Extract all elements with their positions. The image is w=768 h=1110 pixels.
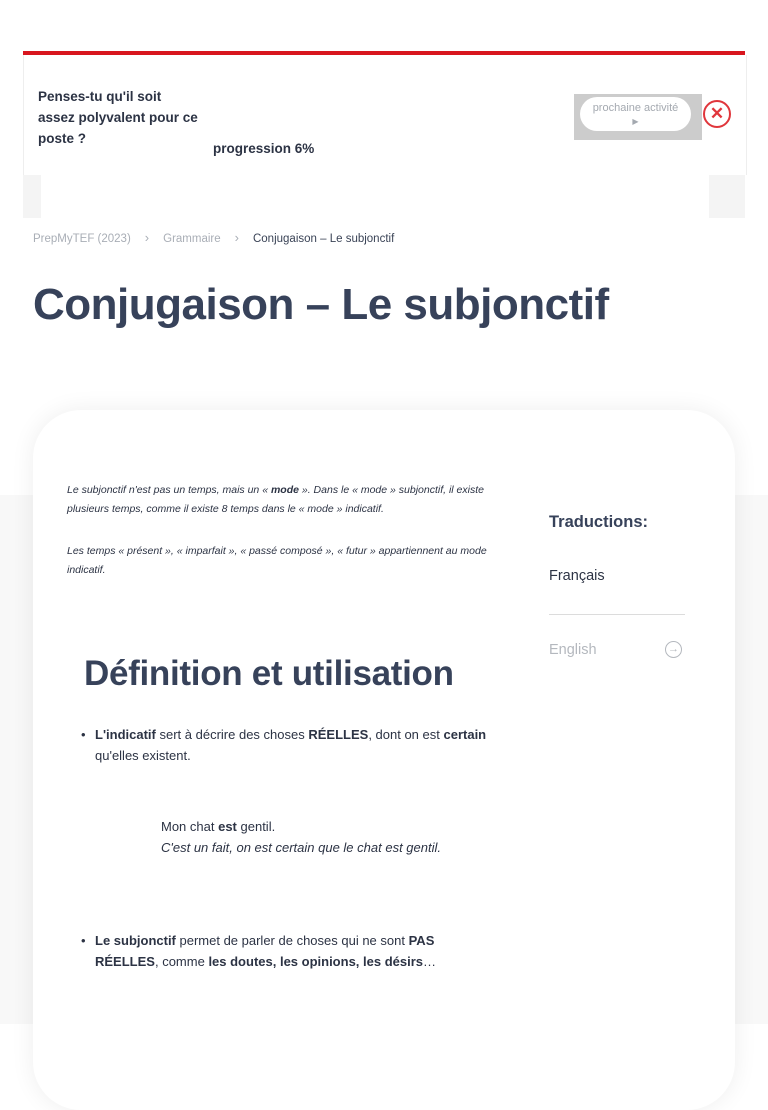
activity-panel: Penses-tu qu'il soit assez polyvalent po… bbox=[23, 55, 747, 175]
section-title: Définition et utilisation bbox=[84, 654, 454, 693]
intro-paragraph-1: Le subjonctif n'est pas un temps, mais u… bbox=[67, 484, 484, 515]
example-sentence: Mon chat est gentil. bbox=[161, 819, 276, 834]
translation-english-link[interactable]: English bbox=[549, 642, 597, 658]
arrow-circle-icon[interactable]: → bbox=[665, 641, 682, 658]
page-title: Conjugaison – Le subjonctif bbox=[33, 280, 609, 329]
close-icon[interactable]: ✕ bbox=[703, 100, 731, 128]
progress-label: progression 6% bbox=[213, 141, 315, 156]
next-activity-label: prochaine activité bbox=[592, 102, 679, 114]
intro-paragraph-2: Les temps « présent », « imparfait », « … bbox=[67, 545, 487, 576]
next-activity-button[interactable]: prochaine activité ▶ bbox=[580, 97, 691, 131]
chevron-right-icon: › bbox=[144, 230, 150, 245]
next-activity-wrapper: prochaine activité ▶ bbox=[574, 94, 702, 140]
mode-keyword: mode bbox=[270, 484, 299, 496]
breadcrumb: PrepMyTEF (2023) › Grammaire › Conjugaison –… bbox=[33, 230, 394, 245]
activity-question: Penses-tu qu'il soit assez polyvalent po… bbox=[38, 89, 198, 146]
bullet-indicatif: • L'indicatif sert à décrire des choses R… bbox=[81, 727, 487, 763]
lesson-card: Le subjonctif n'est pas un temps, mais u… bbox=[33, 410, 735, 1110]
translation-francais: Français bbox=[549, 568, 605, 584]
translations-title: Traductions: bbox=[549, 513, 649, 531]
example-block: Mon chat est gentil. C'est un fait, on e… bbox=[161, 817, 441, 858]
breadcrumb-item-home[interactable]: PrepMyTEF (2023) bbox=[33, 233, 131, 245]
activity-strip bbox=[23, 175, 745, 218]
chevron-right-icon: › bbox=[234, 230, 239, 245]
translations-divider bbox=[549, 614, 685, 615]
play-arrow-icon: ▶ bbox=[632, 117, 639, 126]
bullet-subjonctif: • Le subjonctif permet de parler de chose… bbox=[81, 933, 437, 969]
example-note: C'est un fait, on est certain que le cha… bbox=[161, 839, 441, 855]
breadcrumb-item-grammaire[interactable]: Grammaire bbox=[163, 233, 221, 245]
breadcrumb-item-current: Conjugaison – Le subjonctif bbox=[252, 233, 395, 245]
